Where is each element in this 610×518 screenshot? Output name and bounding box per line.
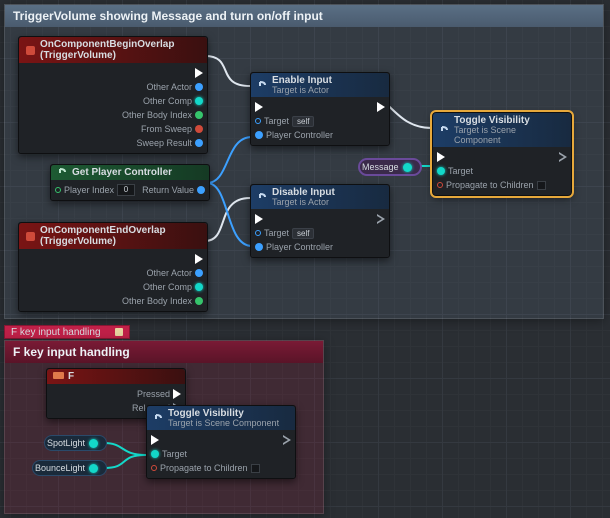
exec-out-pin[interactable]	[195, 254, 203, 264]
pin-label: Propagate to Children	[160, 463, 248, 473]
pin-label: Return Value	[142, 185, 194, 195]
tab-label: F key input handling	[11, 327, 101, 338]
self-chip: self	[292, 116, 314, 127]
function-icon	[153, 413, 164, 424]
pin-label: Target	[264, 228, 289, 238]
pin-label: Other Comp	[143, 282, 192, 292]
node-title: Get Player Controller	[72, 167, 172, 178]
object-pin[interactable]	[195, 283, 203, 291]
variable-label: Message	[362, 162, 399, 172]
node-subtitle: Target is Scene Component	[168, 418, 279, 428]
object-pin[interactable]	[151, 450, 159, 458]
exec-out-pin[interactable]	[377, 102, 385, 112]
int-pin[interactable]	[195, 111, 203, 119]
object-pin[interactable]	[255, 131, 263, 139]
variable-bouncelight[interactable]: BounceLight	[32, 460, 107, 476]
node-header: F	[47, 369, 185, 384]
object-pin[interactable]	[255, 230, 261, 236]
object-pin[interactable]	[89, 439, 98, 448]
exec-out-pin[interactable]	[195, 68, 203, 78]
pin-icon	[115, 328, 123, 336]
node-toggle-visibility[interactable]: Toggle VisibilityTarget is Scene Compone…	[432, 112, 572, 196]
node-title: F	[68, 371, 74, 382]
exec-in-pin[interactable]	[255, 102, 263, 112]
object-pin[interactable]	[197, 186, 205, 194]
object-pin[interactable]	[403, 163, 412, 172]
pin-label: Other Body Index	[122, 110, 192, 120]
node-toggle-visibility-bottom[interactable]: Toggle VisibilityTarget is Scene Compone…	[146, 405, 296, 479]
object-pin[interactable]	[255, 243, 263, 251]
pin-label: Target	[448, 166, 473, 176]
pin-label: From Sweep	[141, 124, 192, 134]
node-begin-overlap[interactable]: OnComponentBeginOverlap (TriggerVolume) …	[18, 36, 208, 154]
exec-out-pin[interactable]	[173, 389, 181, 399]
object-pin[interactable]	[195, 269, 203, 277]
variable-label: SpotLight	[47, 438, 85, 448]
node-title: OnComponentBeginOverlap (TriggerVolume)	[40, 39, 201, 61]
node-header: OnComponentEndOverlap (TriggerVolume)	[19, 223, 207, 249]
node-header: Enable InputTarget is Actor	[251, 73, 389, 97]
function-icon	[257, 80, 268, 91]
pin-label: Other Actor	[146, 82, 192, 92]
node-subtitle: Target is Actor	[272, 197, 335, 207]
node-subtitle: Target is Actor	[272, 85, 332, 95]
pin-label: Pressed	[137, 389, 170, 399]
pin-label: Propagate to Children	[446, 180, 534, 190]
function-icon	[257, 192, 268, 203]
object-pin[interactable]	[195, 97, 203, 105]
function-icon	[439, 125, 450, 136]
node-header: Get Player Controller	[51, 165, 209, 180]
object-pin[interactable]	[89, 464, 98, 473]
pin-label: Target	[162, 449, 187, 459]
pin-label: Other Comp	[143, 96, 192, 106]
node-disable-input[interactable]: Disable InputTarget is Actor Targetself …	[250, 184, 390, 258]
int-pin[interactable]	[195, 297, 203, 305]
pin-label: Other Actor	[146, 268, 192, 278]
object-pin[interactable]	[255, 118, 261, 124]
function-icon	[57, 167, 68, 178]
variable-label: BounceLight	[35, 463, 85, 473]
node-get-player-controller[interactable]: Get Player Controller Player Index0 Retu…	[50, 164, 210, 201]
node-subtitle: Target is Scene Component	[454, 125, 565, 145]
bool-pin[interactable]	[151, 465, 157, 471]
node-end-overlap[interactable]: OnComponentEndOverlap (TriggerVolume) Ot…	[18, 222, 208, 312]
exec-in-pin[interactable]	[255, 214, 263, 224]
propagate-checkbox[interactable]	[537, 181, 546, 190]
propagate-checkbox[interactable]	[251, 464, 260, 473]
event-icon	[25, 231, 36, 242]
pin-label: Player Index	[64, 185, 114, 195]
pin-label: Player Controller	[266, 130, 333, 140]
collapsed-comment-tab[interactable]: F key input handling	[4, 325, 130, 339]
pin-label: Sweep Result	[136, 138, 192, 148]
pin-label: Player Controller	[266, 242, 333, 252]
node-title: OnComponentEndOverlap (TriggerVolume)	[40, 225, 201, 247]
pin-label: Other Body Index	[122, 296, 192, 306]
exec-in-pin[interactable]	[151, 435, 159, 445]
exec-out-pin[interactable]	[283, 435, 291, 445]
node-enable-input[interactable]: Enable InputTarget is Actor Targetself P…	[250, 72, 390, 146]
exec-out-pin[interactable]	[559, 152, 567, 162]
exec-out-pin[interactable]	[377, 214, 385, 224]
node-header: OnComponentBeginOverlap (TriggerVolume)	[19, 37, 207, 63]
node-header: Disable InputTarget is Actor	[251, 185, 389, 209]
comment-title: TriggerVolume showing Message and turn o…	[5, 5, 603, 27]
bool-pin[interactable]	[195, 125, 203, 133]
event-icon	[25, 45, 36, 56]
struct-pin[interactable]	[195, 139, 203, 147]
exec-in-pin[interactable]	[437, 152, 445, 162]
object-pin[interactable]	[195, 83, 203, 91]
pin-label: Target	[264, 116, 289, 126]
player-index-input[interactable]: 0	[117, 184, 135, 196]
self-chip: self	[292, 228, 314, 239]
bool-pin[interactable]	[437, 182, 443, 188]
variable-message[interactable]: Message	[358, 158, 422, 176]
node-header: Toggle VisibilityTarget is Scene Compone…	[433, 113, 571, 147]
object-pin[interactable]	[437, 167, 445, 175]
variable-spotlight[interactable]: SpotLight	[44, 435, 107, 451]
int-pin[interactable]	[55, 187, 61, 193]
comment-title: F key input handling	[5, 341, 323, 363]
keyboard-icon	[53, 371, 64, 382]
node-header: Toggle VisibilityTarget is Scene Compone…	[147, 406, 295, 430]
